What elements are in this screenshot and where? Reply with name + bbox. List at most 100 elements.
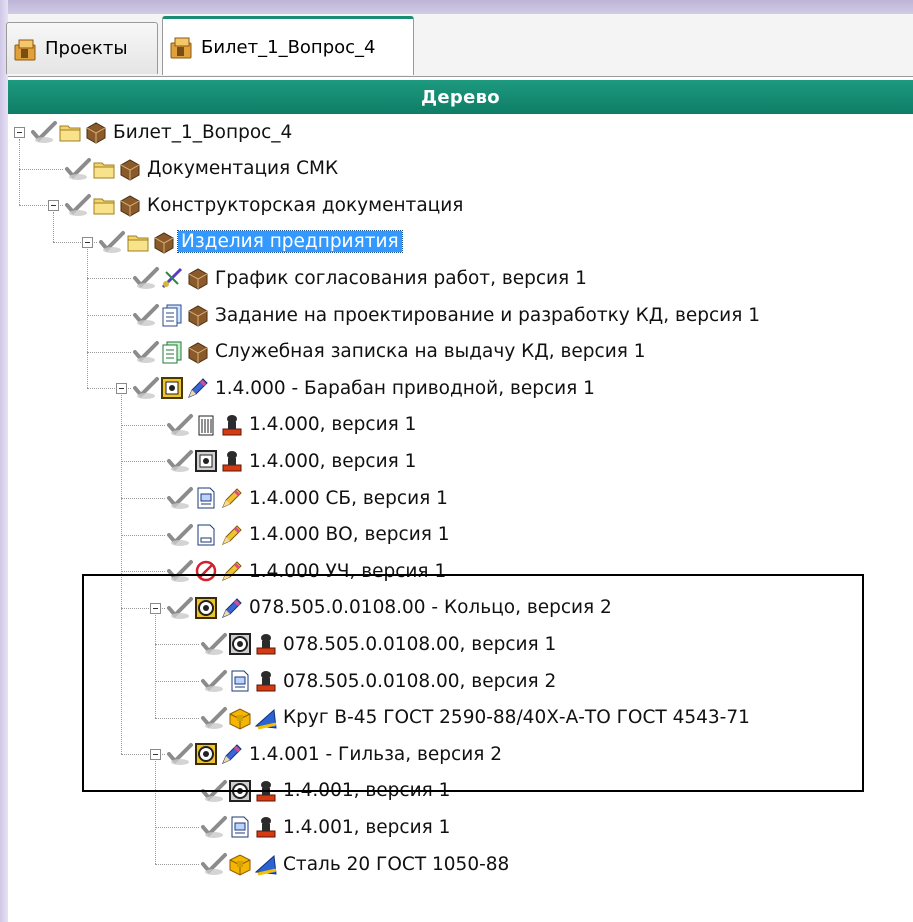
package-icon [120,159,140,181]
collapse-toggle[interactable] [82,236,93,248]
tree-row[interactable]: 1.4.000 - Барабан приводной, версия 1 [132,370,598,406]
assembly-icon [161,377,183,400]
no-entry-icon [195,560,217,582]
tree-row[interactable]: Конструкторская документация [64,187,466,223]
tree-node-label: 1.4.000, версия 1 [249,414,417,436]
tree-node-label: 1.4.000 ВО, версия 1 [249,524,450,546]
pencil-blue-icon [188,378,208,399]
tree-row[interactable]: Задание на проектирование и разработку К… [132,297,763,333]
tree-node-label: Конструкторская документация [147,194,464,216]
tree-connector [155,644,199,646]
tree-connector [121,498,165,499]
check-icon [167,743,193,766]
blank-doc-icon [197,524,215,546]
tree-node-label: Задание на проектирование и разработку К… [215,304,760,326]
tree-node-label: Изделия предприятия [177,230,403,254]
tree-row[interactable]: Сталь 20 ГОСТ 1050-88 [200,846,512,882]
application-frame: Проекты Билет_1_Вопрос_4 Дерево Билет_1_… [0,0,913,922]
tree-connector [19,139,20,206]
pencil-blue-icon [222,744,242,765]
tree-connector [155,864,199,865]
tree-row[interactable]: 078.505.0.0108.00 - Кольцо, версия 2 [166,590,615,626]
tree-row[interactable]: 1.4.000 ВО, версия 1 [166,517,453,553]
tree-node-label: Билет_1_Вопрос_4 [113,121,293,143]
collapse-toggle[interactable] [150,602,161,614]
tree-row[interactable]: 1.4.000, версия 1 [166,407,419,443]
tree-node-label: 078.505.0.0108.00, версия 1 [283,633,557,655]
collapse-toggle[interactable] [116,383,127,395]
part-icon [195,596,217,619]
check-icon [65,157,91,180]
tree-node-label: 1.4.001, версия 1 [283,816,451,838]
tree-node-label: Служебная записка на выдачу КД, версия 1 [215,341,646,363]
tree-row[interactable]: 1.4.001 - Гильза, версия 2 [166,736,505,772]
folder-icon [93,162,115,179]
tab-label: Билет_1_Вопрос_4 [201,36,376,58]
check-icon [133,304,159,326]
tree-connector [87,248,88,389]
collapse-toggle[interactable] [14,127,25,138]
tree-connector [87,315,131,316]
tree-row[interactable]: 1.4.000 СБ, версия 1 [166,480,451,516]
tree-connector [155,717,199,719]
tree-row[interactable]: Круг В-45 ГОСТ 2590-88/40Х-А-ТО ГОСТ 454… [200,700,753,736]
check-icon [167,596,193,619]
package-icon [188,268,208,290]
tree-connector [87,278,131,280]
tree-node-label: 078.505.0.0108.00 - Кольцо, версия 2 [249,597,612,619]
tree-node-label: 1.4.000, версия 1 [249,450,417,472]
tree-node-label: 1.4.000 СБ, версия 1 [249,487,448,509]
drawing-icon [231,670,249,692]
pencil-blue-icon [222,598,242,618]
check-icon [167,560,193,583]
tab-label: Проекты [45,38,128,59]
tree-row[interactable]: 1.4.001, версия 1 [200,773,453,809]
tab-bar: Проекты Билет_1_Вопрос_4 [6,14,913,77]
tree-connector [121,571,165,573]
package-icon [154,232,174,254]
tab-projects[interactable]: Проекты [6,22,158,74]
tree-node-label: График согласования работ, версия 1 [215,267,587,289]
stamp-icon [256,780,276,802]
tree-node-label: 078.505.0.0108.00, версия 2 [283,670,557,692]
check-icon [99,230,125,253]
tree-node-label: 1.4.001 - Гильза, версия 2 [249,743,503,765]
folder-icon [59,125,81,142]
check-icon [167,487,193,509]
collapse-toggle[interactable] [150,749,161,761]
tree-row[interactable]: Билет_1_Вопрос_4 [30,114,295,150]
tree-row[interactable]: График согласования работ, версия 1 [132,260,590,296]
tree-node-label: Круг В-45 ГОСТ 2590-88/40Х-А-ТО ГОСТ 454… [283,707,750,729]
assembly-gray-icon [195,450,217,473]
ruler-icon [254,854,277,876]
tree-connector [155,790,199,792]
tree-row[interactable]: 1.4.000 УЧ, версия 1 [166,553,449,589]
part-gray-icon [229,633,251,656]
check-icon [201,706,227,729]
tree-row[interactable]: 078.505.0.0108.00, версия 1 [200,626,559,662]
tree-connector [155,761,156,864]
tab-ticket[interactable]: Билет_1_Вопрос_4 [162,16,414,75]
check-icon [65,194,91,217]
ruler-icon [254,708,277,730]
tree-row[interactable]: 1.4.001, версия 1 [200,809,453,845]
collapse-toggle[interactable] [48,200,59,212]
tree-row[interactable]: Служебная записка на выдачу КД, версия 1 [132,334,649,370]
tree-row[interactable]: Документация СМК [64,151,341,187]
drawing-icon [231,816,249,838]
package-icon [188,305,208,327]
check-icon [167,413,193,436]
check-icon [201,779,227,802]
tree-node-label: 1.4.000 - Барабан приводной, версия 1 [215,377,595,399]
tree-row[interactable]: 078.505.0.0108.00, версия 2 [200,663,559,699]
tree-connector [19,168,63,170]
check-icon [201,633,227,656]
package-icon [120,195,140,217]
project-folder-icon [170,37,192,59]
tree-row[interactable]: Изделия предприятия [98,224,403,260]
stamp-icon [222,414,242,436]
tree-connector [121,424,165,426]
material-box-icon [229,708,251,730]
tree-connector [53,212,54,242]
tree-row[interactable]: 1.4.000, версия 1 [166,443,419,479]
